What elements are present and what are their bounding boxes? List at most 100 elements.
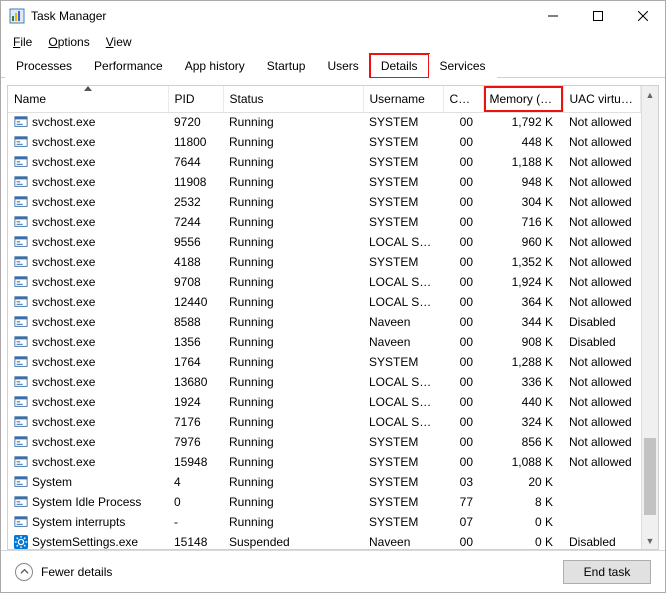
cell-memory: 324 K [483, 412, 563, 432]
table-row[interactable]: svchost.exe7176RunningLOCAL SE...00324 K… [8, 412, 641, 432]
process-name: svchost.exe [32, 195, 95, 209]
scroll-thumb[interactable] [644, 438, 656, 515]
process-name: System Idle Process [32, 495, 141, 509]
table-row[interactable]: svchost.exe15948RunningSYSTEM001,088 KNo… [8, 452, 641, 472]
cell-name: svchost.exe [8, 172, 168, 192]
vertical-scrollbar[interactable]: ▲ ▼ [641, 86, 658, 549]
col-cpu[interactable]: CPU [443, 86, 483, 112]
end-task-button[interactable]: End task [563, 560, 651, 584]
cell-username: SYSTEM [363, 112, 443, 132]
col-name[interactable]: Name [8, 86, 168, 112]
cell-cpu: 77 [443, 492, 483, 512]
cell-username: SYSTEM [363, 212, 443, 232]
maximize-button[interactable] [575, 1, 620, 31]
menu-view[interactable]: View [100, 33, 138, 51]
table-row[interactable]: svchost.exe9720RunningSYSTEM001,792 KNot… [8, 112, 641, 132]
cell-name: svchost.exe [8, 212, 168, 232]
table-row[interactable]: svchost.exe8588RunningNaveen00344 KDisab… [8, 312, 641, 332]
fewer-details-button[interactable]: Fewer details [15, 563, 112, 581]
table-row[interactable]: svchost.exe7244RunningSYSTEM00716 KNot a… [8, 212, 641, 232]
cell-memory: 304 K [483, 192, 563, 212]
table-row[interactable]: svchost.exe7976RunningSYSTEM00856 KNot a… [8, 432, 641, 452]
cell-name: svchost.exe [8, 332, 168, 352]
tab-startup[interactable]: Startup [256, 54, 317, 78]
window-title: Task Manager [31, 9, 106, 23]
footer: Fewer details End task [1, 550, 665, 592]
table-row[interactable]: svchost.exe9708RunningLOCAL SE...001,924… [8, 272, 641, 292]
process-name: svchost.exe [32, 395, 95, 409]
process-name: svchost.exe [32, 435, 95, 449]
cell-username: LOCAL SE... [363, 292, 443, 312]
process-name: SystemSettings.exe [32, 535, 138, 549]
process-table[interactable]: Name PID Status Username CPU Memory (a..… [8, 86, 641, 549]
cell-username: LOCAL SE... [363, 412, 443, 432]
table-row[interactable]: svchost.exe11800RunningSYSTEM00448 KNot … [8, 132, 641, 152]
table-row[interactable]: svchost.exe1764RunningSYSTEM001,288 KNot… [8, 352, 641, 372]
table-row[interactable]: svchost.exe1924RunningLOCAL SE...00440 K… [8, 392, 641, 412]
table-row[interactable]: svchost.exe9556RunningLOCAL SE...00960 K… [8, 232, 641, 252]
close-button[interactable] [620, 1, 665, 31]
cell-memory: 336 K [483, 372, 563, 392]
cell-memory: 856 K [483, 432, 563, 452]
table-row[interactable]: svchost.exe13680RunningLOCAL SE...00336 … [8, 372, 641, 392]
cell-username: SYSTEM [363, 512, 443, 532]
process-icon [14, 295, 28, 309]
cell-cpu: 00 [443, 432, 483, 452]
col-status[interactable]: Status [223, 86, 363, 112]
cell-pid: 9708 [168, 272, 223, 292]
cell-status: Running [223, 492, 363, 512]
cell-pid: 13680 [168, 372, 223, 392]
cell-pid: 7976 [168, 432, 223, 452]
col-memory[interactable]: Memory (a... [483, 86, 563, 112]
cell-uac: Not allowed [563, 152, 641, 172]
table-row[interactable]: System4RunningSYSTEM0320 K [8, 472, 641, 492]
cell-username: Naveen [363, 312, 443, 332]
menu-file[interactable]: File [7, 33, 38, 51]
cell-cpu: 00 [443, 212, 483, 232]
cell-username: SYSTEM [363, 472, 443, 492]
col-username[interactable]: Username [363, 86, 443, 112]
cell-username: SYSTEM [363, 252, 443, 272]
table-row[interactable]: svchost.exe1356RunningNaveen00908 KDisab… [8, 332, 641, 352]
table-row[interactable]: svchost.exe11908RunningSYSTEM00948 KNot … [8, 172, 641, 192]
table-row[interactable]: svchost.exe2532RunningSYSTEM00304 KNot a… [8, 192, 641, 212]
cell-status: Running [223, 512, 363, 532]
cell-status: Running [223, 152, 363, 172]
cell-uac: Not allowed [563, 132, 641, 152]
cell-memory: 1,088 K [483, 452, 563, 472]
process-icon [14, 255, 28, 269]
scroll-up-icon[interactable]: ▲ [642, 86, 658, 103]
minimize-button[interactable] [530, 1, 575, 31]
cell-pid: 1924 [168, 392, 223, 412]
table-row[interactable]: SystemSettings.exe15148SuspendedNaveen00… [8, 532, 641, 549]
cell-name: svchost.exe [8, 232, 168, 252]
tab-processes[interactable]: Processes [5, 54, 83, 78]
process-name: svchost.exe [32, 215, 95, 229]
cell-cpu: 00 [443, 192, 483, 212]
table-row[interactable]: svchost.exe4188RunningSYSTEM001,352 KNot… [8, 252, 641, 272]
process-name: svchost.exe [32, 255, 95, 269]
scroll-down-icon[interactable]: ▼ [642, 532, 658, 549]
table-row[interactable]: svchost.exe12440RunningLOCAL SE...00364 … [8, 292, 641, 312]
cell-cpu: 00 [443, 532, 483, 549]
tab-details[interactable]: Details [370, 54, 429, 78]
tab-users[interactable]: Users [316, 54, 369, 78]
cell-name: svchost.exe [8, 392, 168, 412]
col-pid[interactable]: PID [168, 86, 223, 112]
tab-services[interactable]: Services [429, 54, 497, 78]
tab-app-history[interactable]: App history [174, 54, 256, 78]
process-name: svchost.exe [32, 335, 95, 349]
table-row[interactable]: System interrupts-RunningSYSTEM070 K [8, 512, 641, 532]
cell-cpu: 00 [443, 332, 483, 352]
titlebar[interactable]: Task Manager [1, 1, 665, 31]
scroll-track[interactable] [642, 103, 658, 532]
cell-status: Running [223, 412, 363, 432]
tab-performance[interactable]: Performance [83, 54, 174, 78]
table-row[interactable]: System Idle Process0RunningSYSTEM778 K [8, 492, 641, 512]
cell-username: LOCAL SE... [363, 272, 443, 292]
menu-options[interactable]: Options [42, 33, 95, 51]
cell-pid: 1764 [168, 352, 223, 372]
process-list: Name PID Status Username CPU Memory (a..… [1, 78, 665, 550]
col-uac[interactable]: UAC virtualisat... [563, 86, 641, 112]
table-row[interactable]: svchost.exe7644RunningSYSTEM001,188 KNot… [8, 152, 641, 172]
